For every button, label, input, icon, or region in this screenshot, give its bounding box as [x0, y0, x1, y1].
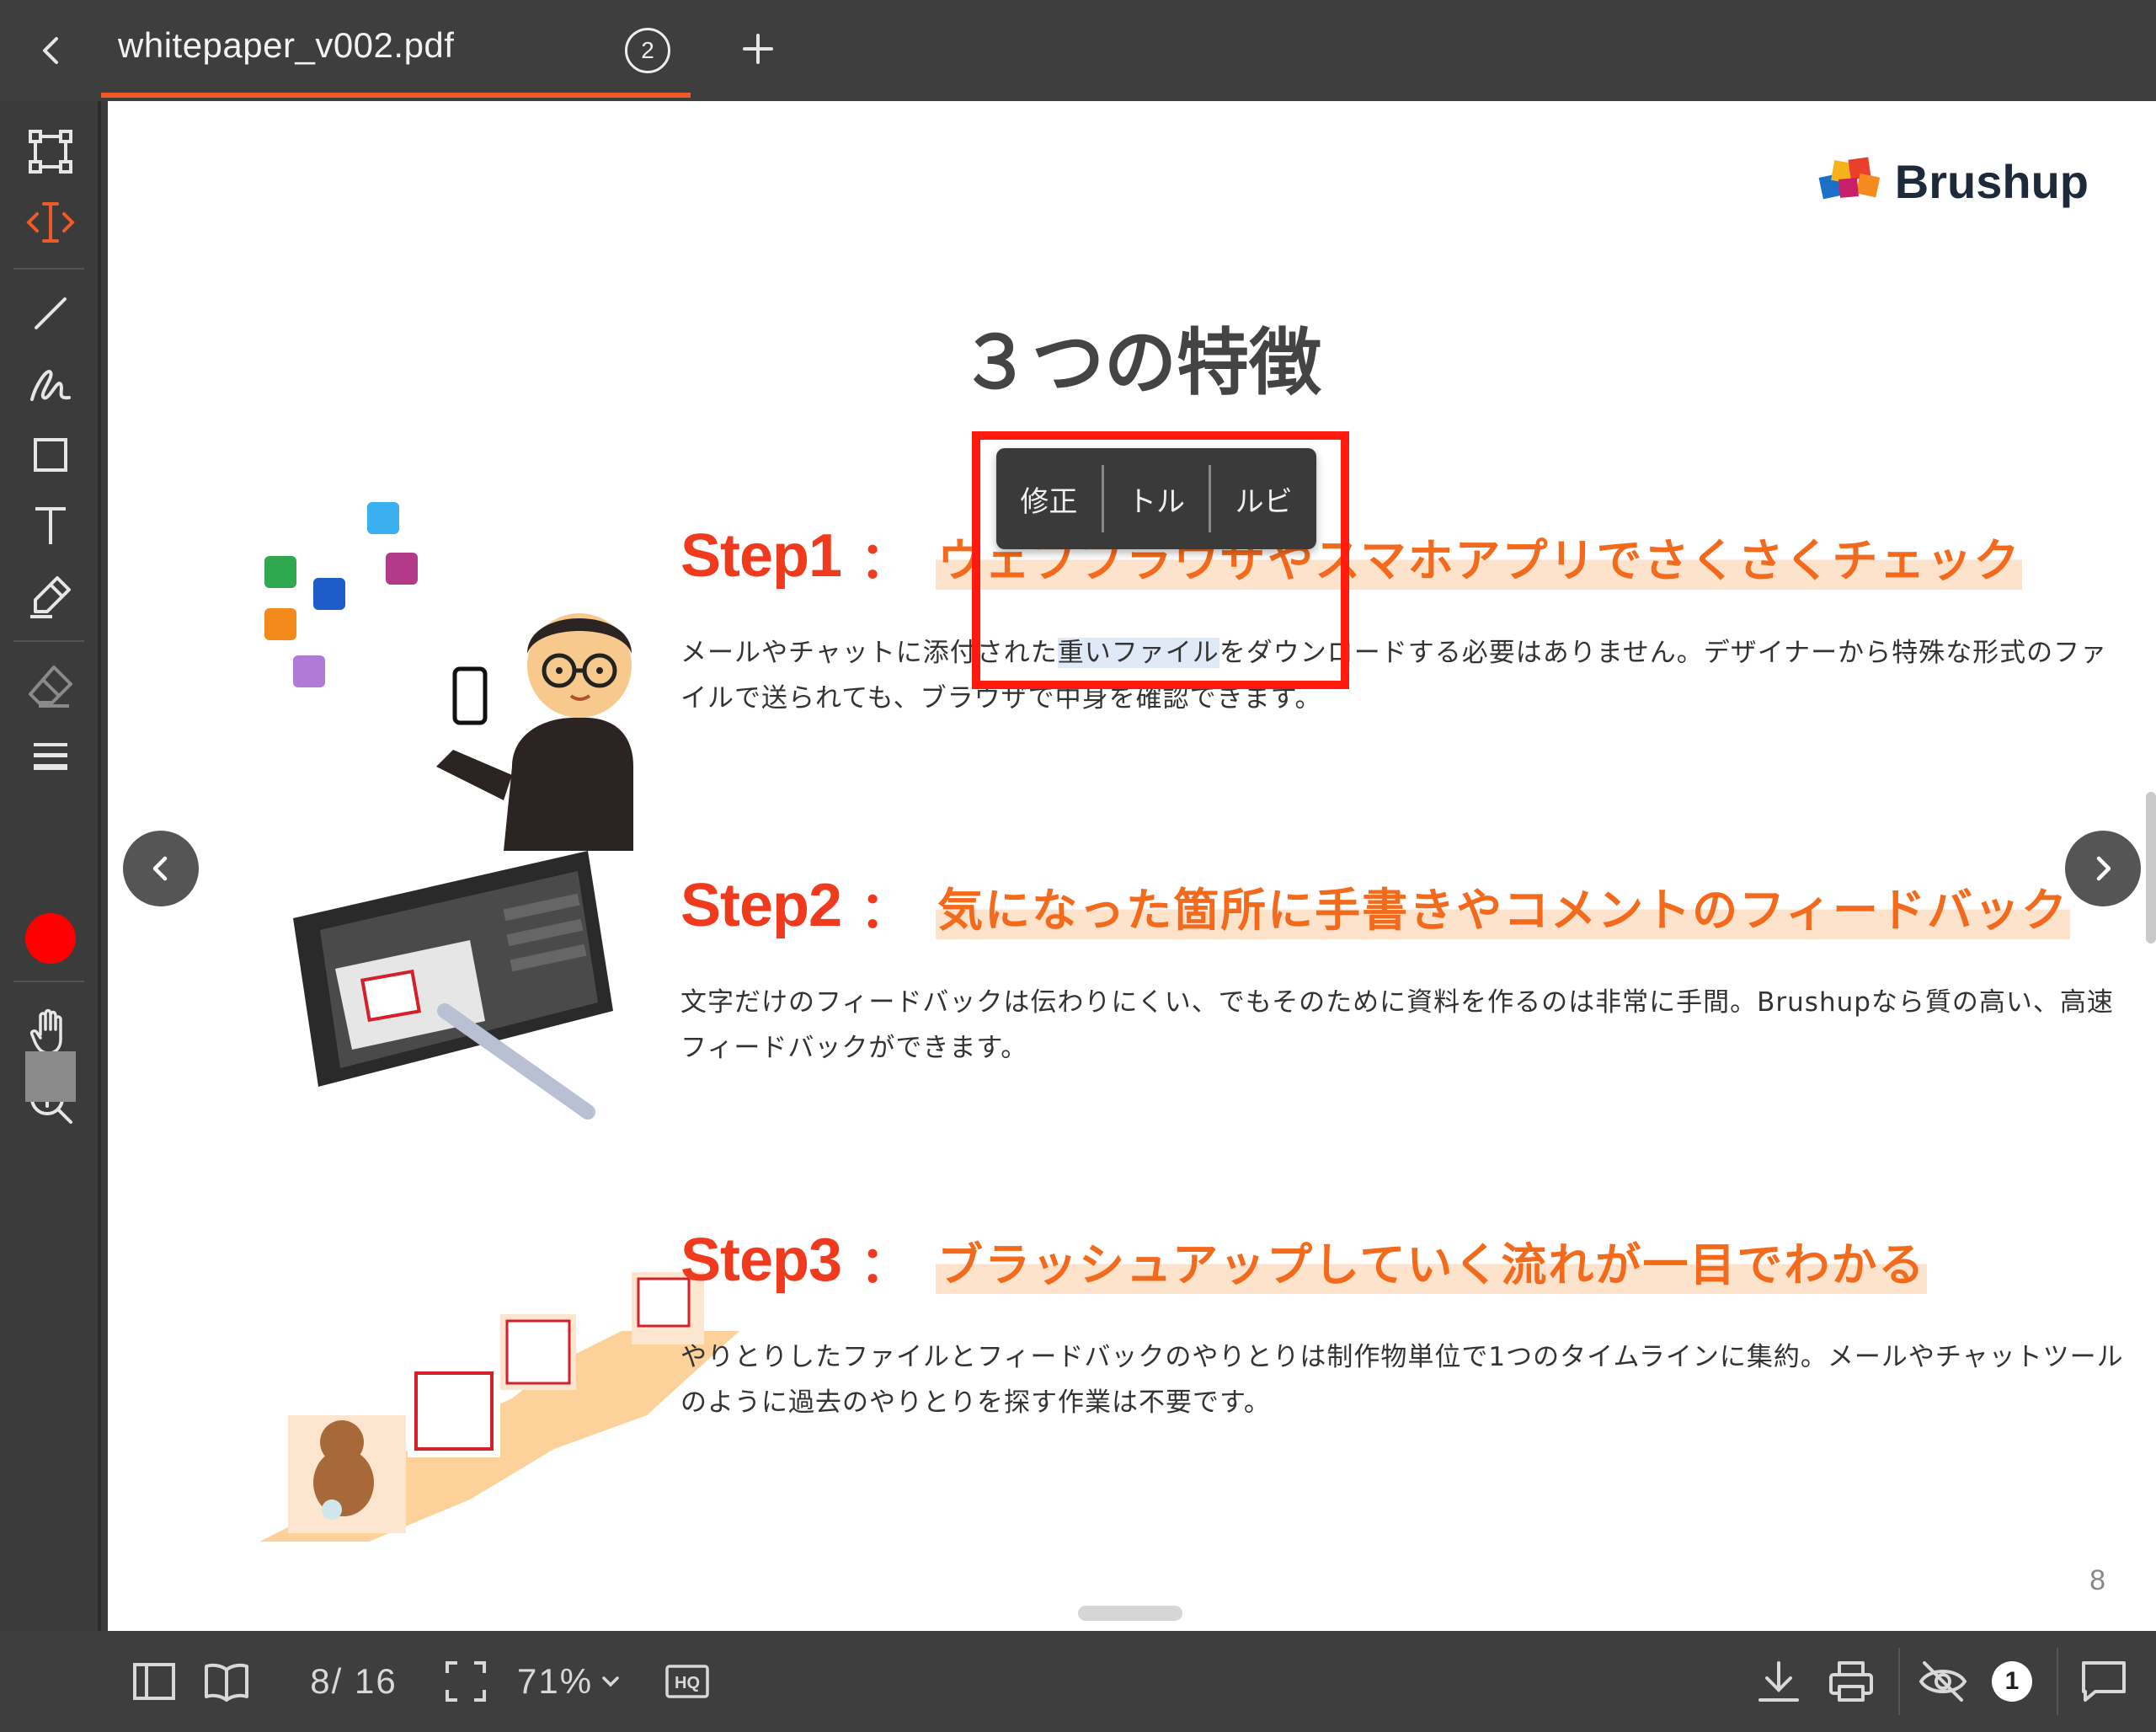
line-weight-icon	[34, 743, 67, 770]
toolbar-divider	[13, 640, 84, 642]
download-icon	[1758, 1661, 1799, 1702]
bottom-toolbar: 8/ 16 71% HQ 1	[0, 1631, 2156, 1732]
chevron-left-icon	[152, 856, 168, 881]
step-2: Step2 ： 気になった箇所に手書きやコメントのフィードバック 文字だけのフィ…	[680, 863, 2129, 1071]
step-label: Step1	[680, 522, 842, 590]
brushup-logo-icon	[1818, 157, 1881, 200]
fill-swatch[interactable]	[25, 1051, 76, 1102]
hidden-count: 1	[1992, 1661, 2032, 1702]
chevron-down-icon	[602, 1676, 619, 1687]
toolbar-divider	[13, 268, 84, 270]
step-1-body[interactable]: メールやチャットに添付された重いファイルをダウンロードする必要はありません。デザ…	[680, 630, 2129, 721]
top-bar: whitepaper_v002.pdf 2	[0, 0, 2156, 101]
step2-illustration	[293, 851, 613, 1120]
print-icon	[1829, 1661, 1873, 1702]
select-rect-icon	[29, 130, 72, 174]
book-view-button[interactable]	[199, 1654, 254, 1708]
menu-item-revise[interactable]: 修正	[996, 448, 1102, 549]
brand-name: Brushup	[1894, 154, 2089, 208]
app-window: whitepaper_v002.pdf 2 Brushup ３つの特徴 Step…	[0, 0, 2156, 1732]
hidden-count-badge[interactable]: 1	[1989, 1654, 2035, 1708]
eye-off-icon	[1919, 1661, 1967, 1702]
pdf-page[interactable]: Brushup ３つの特徴 Step1 ： ウェブブラウザやスマホアプリでさくさ…	[108, 101, 2156, 1631]
step-2-body[interactable]: 文字だけのフィードバックは伝わりにくい、でもそのために資料を作るのは非常に手間。…	[680, 980, 2129, 1071]
selection-popup-menu: 修正 トル ルビ	[996, 448, 1316, 549]
tab-title: whitepaper_v002.pdf	[118, 25, 455, 65]
highlighter-tool[interactable]	[17, 564, 84, 628]
step1-illustration	[264, 502, 633, 851]
step-colon: ：	[860, 880, 911, 940]
rectangle-tool[interactable]	[17, 423, 84, 487]
visibility-toggle-button[interactable]	[1915, 1654, 1971, 1708]
hand-icon	[29, 1008, 62, 1055]
text-icon	[35, 507, 66, 544]
hq-toggle-button[interactable]: HQ	[664, 1654, 711, 1708]
hq-label: HQ	[675, 1674, 700, 1692]
step-colon: ：	[860, 531, 911, 591]
chevron-right-icon	[2096, 856, 2111, 881]
version-badge[interactable]: 2	[625, 28, 670, 73]
bottom-divider	[2057, 1648, 2058, 1715]
bottom-divider	[1898, 1648, 1900, 1715]
text-tool[interactable]	[17, 494, 84, 558]
zoom-level: 71%	[517, 1661, 594, 1701]
eraser-icon	[29, 666, 72, 708]
step-3: Step3 ： ブラッシュアップしていく流れが一目でわかる やりとりしたファイル…	[680, 1218, 2129, 1425]
step-1: Step1 ： ウェブブラウザやスマホアプリでさくさくチェック メールやチャット…	[680, 514, 2129, 721]
color-swatch[interactable]	[25, 913, 76, 964]
menu-item-ruby[interactable]: ルビ	[1211, 448, 1316, 549]
page-number: 8	[2089, 1564, 2105, 1596]
rectangle-icon	[34, 438, 67, 472]
print-button[interactable]	[1824, 1654, 1878, 1708]
step-title: 気になった箇所に手書きやコメントのフィードバック	[936, 872, 2070, 939]
vertical-scrollbar[interactable]	[2146, 792, 2156, 944]
step-label: Step2	[680, 872, 842, 939]
page-indicator-text: 8/ 16	[310, 1661, 398, 1701]
back-button[interactable]	[24, 24, 77, 78]
select-rect-tool[interactable]	[17, 120, 84, 184]
menu-item-delete[interactable]: トル	[1104, 448, 1209, 549]
step-1-heading: Step1 ： ウェブブラウザやスマホアプリでさくさくチェック	[680, 514, 2129, 598]
hq-icon: HQ	[665, 1665, 709, 1698]
step-3-body[interactable]: やりとりしたファイルとフィードバックのやりとりは制作物単位で1つのタイムラインに…	[680, 1334, 2129, 1425]
sidebar-toggle-button[interactable]	[126, 1654, 182, 1708]
step3-illustration	[259, 1272, 739, 1542]
tool-sidebar	[0, 101, 101, 1631]
step-3-heading: Step3 ： ブラッシュアップしていく流れが一目でわかる	[680, 1218, 2129, 1302]
fit-screen-icon	[446, 1661, 486, 1702]
download-button[interactable]	[1753, 1654, 1804, 1708]
text-select-tool[interactable]	[17, 190, 84, 254]
eraser-tool[interactable]	[17, 654, 84, 718]
brand-logo: Brushup	[1816, 153, 2089, 209]
tab-document[interactable]: whitepaper_v002.pdf 2	[101, 0, 691, 98]
page-indicator[interactable]: 8/ 16	[295, 1654, 413, 1708]
line-icon	[35, 297, 67, 329]
horizontal-scroll-handle[interactable]	[1078, 1606, 1182, 1621]
text-select-icon	[26, 202, 75, 243]
freehand-icon	[30, 369, 71, 401]
chevron-left-icon	[43, 37, 58, 64]
page-title: ３つの特徴	[959, 321, 1321, 405]
plus-icon	[743, 34, 773, 64]
line-weight-tool[interactable]	[17, 724, 84, 788]
fit-screen-button[interactable]	[438, 1654, 494, 1708]
zoom-dropdown[interactable]: 71%	[517, 1654, 652, 1708]
toolbar-divider	[13, 981, 84, 982]
step-label: Step3	[680, 1227, 842, 1294]
line-tool[interactable]	[17, 281, 84, 345]
step-colon: ：	[860, 1235, 911, 1295]
freehand-tool[interactable]	[17, 352, 84, 416]
document-viewport[interactable]: Brushup ３つの特徴 Step1 ： ウェブブラウザやスマホアプリでさくさ…	[104, 101, 2156, 1631]
highlighter-icon	[30, 576, 71, 618]
prev-page-button[interactable]	[123, 831, 199, 906]
step-2-heading: Step2 ： 気になった箇所に手書きやコメントのフィードバック	[680, 863, 2129, 948]
next-page-button[interactable]	[2065, 831, 2141, 906]
new-tab-button[interactable]	[733, 24, 783, 74]
step-title: ブラッシュアップしていく流れが一目でわかる	[936, 1227, 1928, 1294]
book-icon	[205, 1663, 248, 1702]
sidebar-icon	[133, 1663, 175, 1700]
comment-icon	[2082, 1661, 2126, 1702]
comment-panel-button[interactable]	[2077, 1654, 2131, 1708]
